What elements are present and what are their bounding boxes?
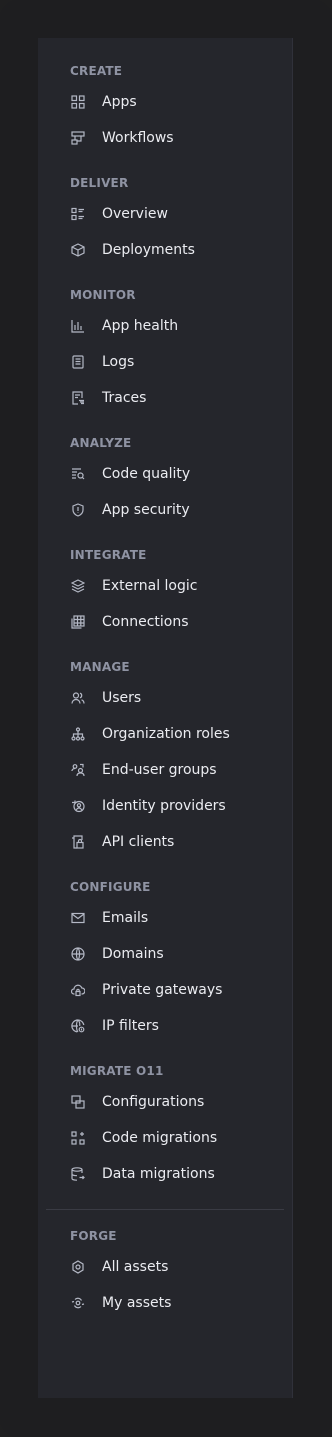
sidebar-item-data-migrations[interactable]: Data migrations [62, 1157, 282, 1191]
sidebar-item-label: Logs [102, 354, 135, 370]
sidebar-item-organization-roles[interactable]: Organization roles [62, 717, 282, 751]
section-title-deliver: DELIVER [70, 176, 129, 190]
users-icon [70, 690, 86, 706]
sidebar-item-apps[interactable]: Apps [62, 85, 282, 119]
sidebar-item-emails[interactable]: Emails [62, 901, 282, 935]
overview-icon [70, 206, 86, 222]
section-title-monitor: MONITOR [70, 288, 136, 302]
sidebar-item-label: IP filters [102, 1018, 159, 1034]
sidebar-item-traces[interactable]: Traces [62, 381, 282, 415]
cloud-lock-icon [70, 982, 86, 998]
trace-icon [70, 390, 86, 406]
section-title-create: CREATE [70, 64, 123, 78]
workflows-icon [70, 130, 86, 146]
layers-icon [70, 578, 86, 594]
sidebar-item-api-clients[interactable]: API clients [62, 825, 282, 859]
my-assets-icon [70, 1295, 86, 1311]
sidebar-item-workflows[interactable]: Workflows [62, 121, 282, 155]
sidebar-item-label: Data migrations [102, 1166, 215, 1182]
sidebar-item-connections[interactable]: Connections [62, 605, 282, 639]
section-title-configure: CONFIGURE [70, 880, 151, 894]
globe-icon [70, 946, 86, 962]
sidebar-item-app-security[interactable]: App security [62, 493, 282, 527]
sidebar-item-my-assets[interactable]: My assets [62, 1286, 282, 1320]
sidebar-item-label: Traces [102, 390, 147, 406]
section-title-integrate: INTEGRATE [70, 548, 147, 562]
sidebar-item-label: Organization roles [102, 726, 230, 742]
sidebar-item-all-assets[interactable]: All assets [62, 1250, 282, 1284]
shield-icon [70, 502, 86, 518]
org-chart-icon [70, 726, 86, 742]
section-title-manage: MANAGE [70, 660, 130, 674]
sidebar-item-code-quality[interactable]: Code quality [62, 457, 282, 491]
sidebar-item-users[interactable]: Users [62, 681, 282, 715]
sidebar-item-private-gateways[interactable]: Private gateways [62, 973, 282, 1007]
identity-icon [70, 798, 86, 814]
sidebar-item-label: Apps [102, 94, 137, 110]
sidebar-item-end-user-groups[interactable]: End-user groups [62, 753, 282, 787]
code-migration-icon [70, 1130, 86, 1146]
bar-chart-icon [70, 318, 86, 334]
document-icon [70, 354, 86, 370]
sidebar-item-label: Configurations [102, 1094, 205, 1110]
sidebar-item-label: Workflows [102, 130, 174, 146]
window-frame: CREATE Apps Workflows DELIVER Overview D… [0, 0, 332, 1437]
sidebar-item-label: Code quality [102, 466, 191, 482]
sidebar-item-label: Connections [102, 614, 189, 630]
globe-filter-icon [70, 1018, 86, 1034]
apps-icon [70, 94, 86, 110]
section-title-migrate-o11: MIGRATE O11 [70, 1064, 164, 1078]
sidebar-item-label: External logic [102, 578, 198, 594]
box-icon [70, 242, 86, 258]
sidebar-divider [46, 1209, 284, 1210]
section-title-forge: FORGE [70, 1229, 117, 1243]
sidebar-item-label: Private gateways [102, 982, 223, 998]
sidebar-item-logs[interactable]: Logs [62, 345, 282, 379]
database-icon [70, 1166, 86, 1182]
sidebar-item-domains[interactable]: Domains [62, 937, 282, 971]
sidebar-item-overview[interactable]: Overview [62, 197, 282, 231]
mail-icon [70, 910, 86, 926]
sidebar-item-ip-filters[interactable]: IP filters [62, 1009, 282, 1043]
sidebar-item-deployments[interactable]: Deployments [62, 233, 282, 267]
sidebar-item-label: Users [102, 690, 142, 706]
sidebar-item-label: App health [102, 318, 179, 334]
sidebar-item-label: Emails [102, 910, 149, 926]
sidebar-item-label: My assets [102, 1295, 172, 1311]
config-icon [70, 1094, 86, 1110]
sidebar-item-label: End-user groups [102, 762, 217, 778]
user-group-icon [70, 762, 86, 778]
forge-icon [70, 1259, 86, 1275]
sidebar-item-code-migrations[interactable]: Code migrations [62, 1121, 282, 1155]
sidebar-item-label: Identity providers [102, 798, 226, 814]
sidebar: CREATE Apps Workflows DELIVER Overview D… [38, 38, 293, 1398]
sidebar-item-external-logic[interactable]: External logic [62, 569, 282, 603]
sidebar-item-label: App security [102, 502, 190, 518]
sidebar-item-label: Code migrations [102, 1130, 218, 1146]
sidebar-item-identity-providers[interactable]: Identity providers [62, 789, 282, 823]
sidebar-item-app-health[interactable]: App health [62, 309, 282, 343]
sidebar-item-label: Deployments [102, 242, 195, 258]
section-title-analyze: ANALYZE [70, 436, 132, 450]
sidebar-item-label: Overview [102, 206, 168, 222]
sidebar-item-label: All assets [102, 1259, 169, 1275]
table-icon [70, 614, 86, 630]
search-list-icon [70, 466, 86, 482]
sidebar-item-label: Domains [102, 946, 164, 962]
sidebar-item-configurations[interactable]: Configurations [62, 1085, 282, 1119]
api-client-icon [70, 834, 86, 850]
sidebar-item-label: API clients [102, 834, 175, 850]
